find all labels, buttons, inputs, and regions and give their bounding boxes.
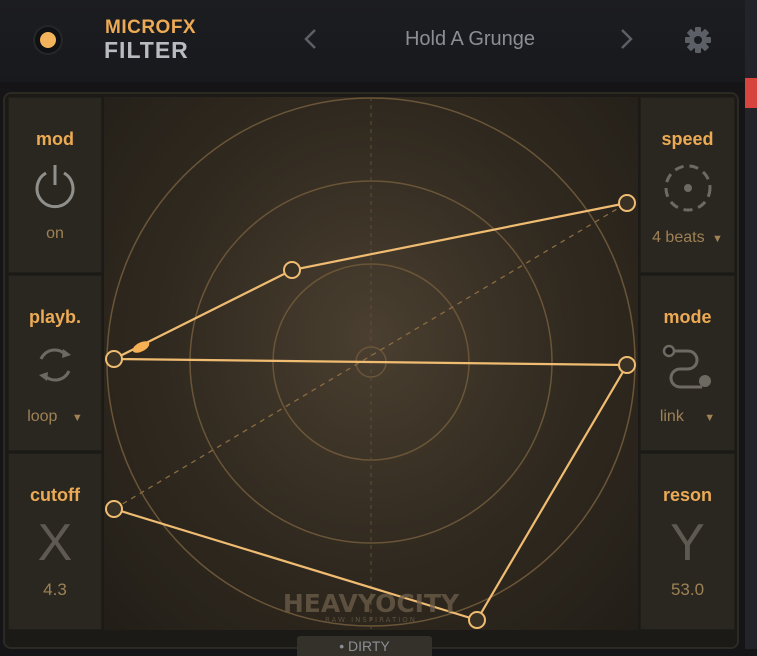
speed-value: 4 beats	[652, 229, 705, 246]
reson-label: reson	[662, 485, 713, 505]
cutoff-panel: cutoff X 4.3	[8, 453, 102, 630]
loop-icon	[33, 343, 77, 392]
node[interactable]	[105, 350, 123, 368]
dropdown-arrow-icon: ▼	[704, 412, 716, 424]
power-icon[interactable]	[32, 163, 78, 214]
mod-panel: mod on	[8, 97, 102, 273]
cutoff-axis-x: X	[37, 514, 73, 572]
reson-axis-y: Y	[670, 514, 705, 572]
speed-dial-icon[interactable]	[663, 163, 713, 218]
reson-value: 53.0	[670, 580, 705, 599]
mod-value: on	[46, 225, 64, 242]
node[interactable]	[468, 611, 486, 629]
mode-label: mode	[663, 307, 712, 327]
chevron-left-icon[interactable]	[301, 26, 321, 56]
node[interactable]	[283, 261, 301, 279]
brand-filter: FILTER	[104, 37, 189, 63]
dropdown-arrow-icon: ▼	[71, 412, 83, 424]
mod-label: mod	[36, 129, 74, 149]
plugin-power-button[interactable]	[33, 25, 63, 55]
brand-microfx: MICROFX	[105, 17, 197, 38]
playback-label: playb.	[28, 307, 81, 327]
host-indicator	[745, 78, 757, 108]
speed-dropdown[interactable]: 4 beats ▼	[640, 229, 735, 247]
node[interactable]	[618, 356, 636, 374]
mode-dropdown[interactable]: link ▼	[640, 408, 735, 426]
gear-icon[interactable]	[684, 26, 712, 54]
playback-value: loop	[27, 408, 58, 425]
cutoff-value: 4.3	[43, 580, 67, 599]
header-bar: MICROFX FILTER Hold A Grunge	[0, 0, 745, 82]
mode-value: link	[659, 408, 684, 425]
preset-name[interactable]: Hold A Grunge	[360, 28, 580, 51]
speed-label: speed	[661, 129, 714, 149]
tab-dirty[interactable]: • DIRTY	[297, 636, 432, 656]
node[interactable]	[618, 194, 636, 212]
link-path-icon	[662, 343, 714, 396]
xy-pad[interactable]: HEAVYOCITY RAW INSPIRATION	[104, 97, 638, 630]
playback-panel: playb. loop ▼	[8, 275, 102, 451]
speed-panel: speed 4 beats ▼	[640, 97, 735, 273]
node[interactable]	[105, 500, 123, 518]
dropdown-arrow-icon: ▼	[712, 233, 723, 245]
reson-panel: reson Y 53.0	[640, 453, 735, 630]
playback-dropdown[interactable]: loop ▼	[8, 408, 102, 426]
heavyocity-logo: HEAVYOCITY	[283, 589, 460, 618]
chevron-right-icon[interactable]	[616, 26, 636, 56]
mode-panel: mode link ▼	[640, 275, 735, 451]
heavyocity-tagline: RAW INSPIRATION	[325, 616, 417, 624]
cutoff-label: cutoff	[30, 485, 80, 505]
